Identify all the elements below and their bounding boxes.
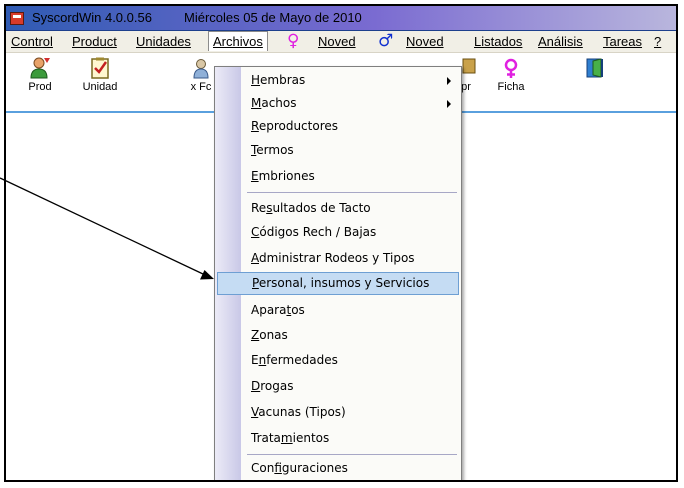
menu-item-codigos-rech-bajas[interactable]: Códigos Rech / Bajas: [243, 221, 459, 244]
submenu-arrow-icon: [447, 100, 451, 108]
menu-analisis[interactable]: Análisis: [538, 34, 583, 49]
menu-tareas[interactable]: Tareas: [603, 34, 642, 49]
toolbar-exit-button[interactable]: [583, 57, 607, 81]
menu-listados[interactable]: Listados: [474, 34, 522, 49]
person-icon: [29, 57, 51, 79]
menu-noved-machos[interactable]: Noved: [406, 34, 444, 49]
menu-item-administrar-rodeos[interactable]: Administrar Rodeos y Tipos: [243, 247, 459, 270]
exit-door-icon: [584, 57, 606, 79]
female-symbol-icon[interactable]: ♀: [287, 31, 299, 51]
menu-separator: [247, 454, 457, 455]
menu-help[interactable]: ?: [654, 34, 661, 49]
window-title: SyscordWin 4.0.0.56: [32, 10, 152, 25]
menu-item-termos[interactable]: Termos: [243, 139, 459, 162]
menu-archivos[interactable]: Archivos: [208, 31, 268, 51]
toolbar-xfc-button[interactable]: x Fc: [186, 57, 216, 93]
toolbar-unidad-button[interactable]: Unidad: [80, 57, 120, 93]
menu-product[interactable]: Product: [72, 34, 117, 49]
menu-item-resultados-de-tacto[interactable]: Resultados de Tacto: [243, 197, 459, 220]
menu-item-vacunas-tipos[interactable]: Vacunas (Tipos): [243, 401, 459, 424]
female-symbol-icon: [500, 57, 522, 79]
menu-item-personal-insumos-servicios[interactable]: Personal, insumos y Servicios: [217, 272, 459, 295]
person-icon: [190, 57, 212, 79]
title-bar: SyscordWin 4.0.0.56 Miércoles 05 de Mayo…: [6, 6, 676, 31]
application-window: SyscordWin 4.0.0.56 Miércoles 05 de Mayo…: [4, 4, 678, 482]
menu-item-machos[interactable]: Machos: [243, 92, 459, 115]
submenu-arrow-icon: [447, 77, 451, 85]
current-date: Miércoles 05 de Mayo de 2010: [184, 10, 362, 25]
menu-item-aparatos[interactable]: Aparatos: [243, 299, 459, 322]
menu-control[interactable]: Control: [11, 34, 53, 49]
archivos-dropdown-menu: Hembras Machos Reproductores Termos Embr…: [214, 66, 462, 480]
toolbar-ficha-button[interactable]: Ficha: [493, 57, 529, 93]
menu-unidades[interactable]: Unidades: [136, 34, 191, 49]
menu-item-embriones[interactable]: Embriones: [243, 165, 459, 188]
menu-separator: [247, 192, 457, 193]
menu-noved-hembras[interactable]: Noved: [318, 34, 356, 49]
toolbar-prod-button[interactable]: Prod: [22, 57, 58, 93]
menu-item-enfermedades[interactable]: Enfermedades: [243, 349, 459, 372]
menu-item-hembras[interactable]: Hembras: [243, 69, 459, 92]
menu-item-zonas[interactable]: Zonas: [243, 324, 459, 347]
checklist-icon: [89, 57, 111, 79]
app-icon: [10, 12, 24, 25]
menu-item-drogas[interactable]: Drogas: [243, 375, 459, 398]
male-symbol-icon[interactable]: ♂: [378, 31, 393, 51]
menu-item-configuraciones[interactable]: Configuraciones: [243, 457, 459, 480]
menu-item-tratamientos[interactable]: Tratamientos: [243, 427, 459, 450]
menu-bar: Control Product Unidades Archivos ♀ Nove…: [6, 31, 676, 53]
menu-item-reproductores[interactable]: Reproductores: [243, 115, 459, 138]
